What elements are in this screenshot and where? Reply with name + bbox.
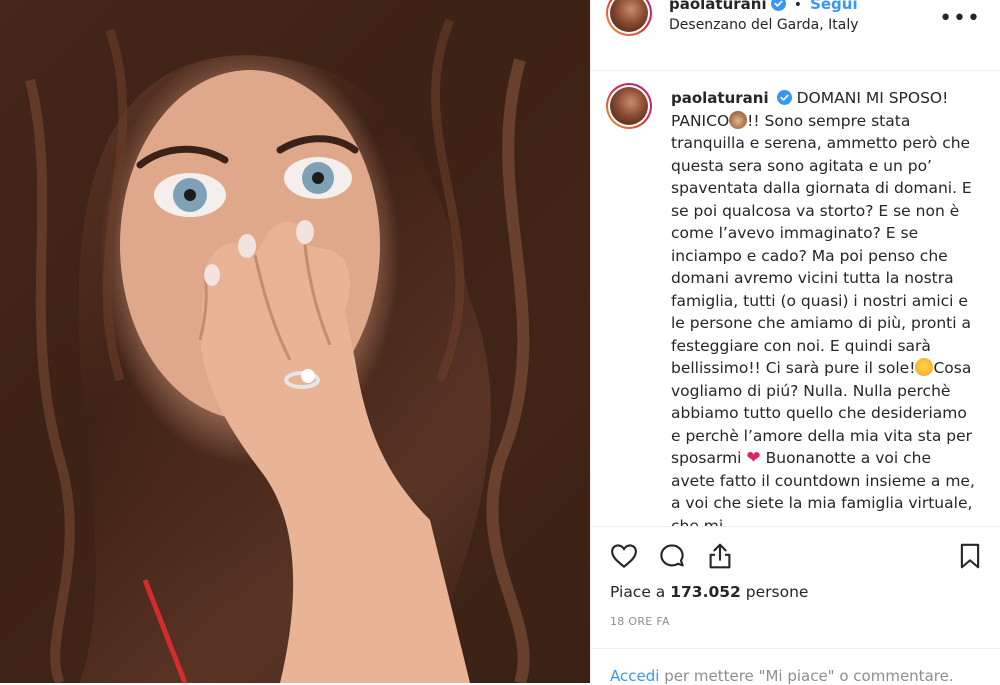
login-link[interactable]: Accedi (610, 667, 659, 685)
save-bookmark-icon[interactable] (955, 541, 985, 571)
likes-count[interactable]: Piace a 173.052 persone (610, 583, 808, 601)
action-bar (591, 526, 1000, 585)
verified-badge-icon (770, 0, 786, 11)
verified-badge-icon (776, 90, 792, 105)
post-photo[interactable] (0, 0, 590, 683)
post-timestamp[interactable]: 18 ORE FA (610, 615, 670, 628)
login-prompt: per mettere "Mi piace" o commentare. (664, 667, 954, 685)
header-separator: • (793, 0, 802, 13)
caption-area: paolaturani DOMANI MI SPOSO! PANICO!! Son… (591, 71, 1000, 526)
post-header: paolaturani • Segui Desenzano del Garda,… (591, 0, 1000, 71)
share-upload-icon[interactable] (705, 541, 735, 571)
login-bar: Accedi per mettere "Mi piace" o commenta… (591, 648, 1000, 685)
post-caption: paolaturani DOMANI MI SPOSO! PANICO!! Son… (671, 87, 976, 526)
likes-suffix: persone (745, 583, 809, 601)
caption-avatar[interactable] (606, 83, 652, 129)
location-link[interactable]: Desenzano del Garda, Italy (669, 17, 859, 33)
follow-button[interactable]: Segui (810, 0, 858, 13)
monkey-emoji-icon (729, 110, 748, 129)
header-username[interactable]: paolaturani (669, 0, 767, 13)
like-heart-icon[interactable] (609, 541, 639, 571)
more-options-icon[interactable]: ••• (939, 6, 981, 31)
likes-number: 173.052 (670, 583, 741, 601)
tongue-face-emoji-icon (915, 358, 934, 376)
avatar[interactable] (606, 0, 652, 36)
photo-illustration (0, 0, 590, 683)
caption-username[interactable]: paolaturani (671, 89, 769, 107)
post-sidebar: paolaturani • Segui Desenzano del Garda,… (590, 0, 1000, 685)
comment-icon[interactable] (657, 541, 687, 571)
caption-text-2: !! Sono sempre stata tranquilla e serena… (671, 111, 972, 378)
red-heart-emoji-icon: ❤ (746, 448, 761, 468)
likes-prefix: Piace a (610, 583, 666, 601)
